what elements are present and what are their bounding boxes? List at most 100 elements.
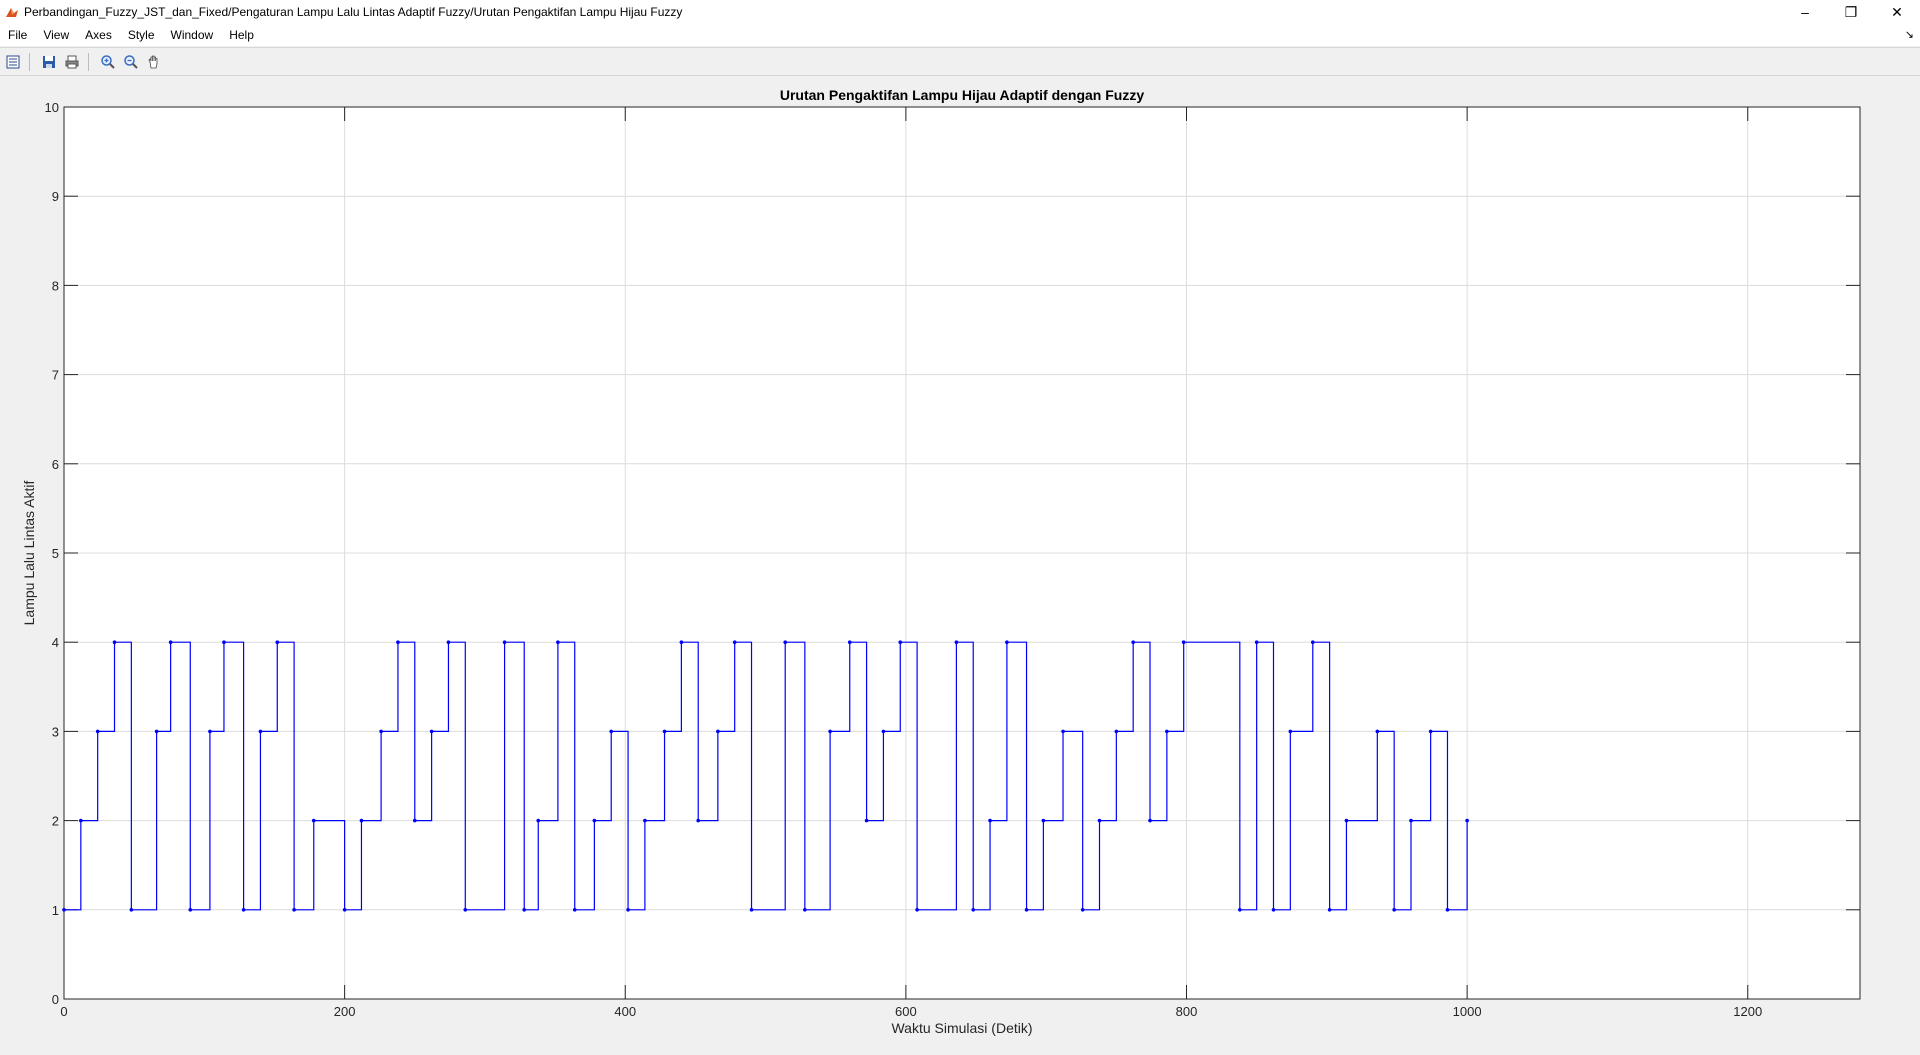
data-point [258, 729, 263, 734]
window-controls: – ❐ ✕ [1782, 0, 1920, 24]
chart-svg[interactable]: 0 200 400 600 800 1000 1200 0 1 2 3 4 5 6 7 8 9 10 Urutan… [0, 76, 1920, 1050]
x-tick-label: 400 [614, 1004, 636, 1019]
dock-arrow-icon[interactable]: ↘ [1905, 28, 1914, 41]
data-point [429, 729, 434, 734]
data-point [1392, 908, 1396, 912]
data-point [592, 818, 597, 823]
data-point [463, 908, 468, 912]
toolbar-separator [88, 52, 89, 71]
data-point [1428, 729, 1433, 734]
y-axis-label: Lampu Lalu Lintas Aktif [21, 481, 37, 626]
window-titlebar: Perbandingan_Fuzzy_JST_dan_Fixed/Pengatu… [0, 0, 1920, 24]
y-tick-label: 2 [52, 814, 59, 829]
data-point [275, 640, 280, 644]
menu-axes[interactable]: Axes [77, 24, 120, 46]
data-point [1041, 818, 1046, 823]
data-point [396, 640, 400, 644]
y-tick-label: 3 [52, 724, 59, 739]
pan-icon[interactable] [144, 52, 164, 72]
data-point [1288, 729, 1293, 734]
data-point [783, 640, 788, 644]
x-tick-label: 600 [895, 1004, 917, 1019]
data-point [359, 818, 364, 823]
x-axis-label: Waktu Simulasi (Detik) [891, 1020, 1032, 1036]
data-point [1097, 818, 1102, 823]
data-point [732, 640, 737, 644]
restore-button[interactable]: ❐ [1828, 0, 1874, 24]
window-title: Perbandingan_Fuzzy_JST_dan_Fixed/Pengatu… [24, 5, 683, 19]
data-point [988, 818, 992, 823]
data-point [112, 640, 117, 644]
x-tick-label: 200 [334, 1004, 356, 1019]
data-point [522, 908, 527, 912]
data-point [502, 640, 507, 644]
data-point [79, 818, 83, 823]
data-point [828, 729, 832, 734]
data-point [208, 729, 212, 734]
menu-window[interactable]: Window [163, 24, 222, 46]
data-point [971, 908, 976, 912]
y-tick-label: 8 [52, 278, 59, 293]
data-point [626, 908, 630, 912]
x-tick-label: 1200 [1733, 1004, 1762, 1019]
close-button[interactable]: ✕ [1874, 0, 1920, 24]
chart-title: Urutan Pengaktifan Lampu Hijau Adaptif d… [780, 87, 1144, 103]
data-point [662, 729, 667, 734]
figure-area: 0 200 400 600 800 1000 1200 0 1 2 3 4 5 6 7 8 9 10 Urutan… [0, 76, 1920, 1050]
data-point [643, 818, 647, 823]
menu-bar: File View Axes Style Window Help ↘ [0, 24, 1920, 46]
x-tick-label: 1000 [1453, 1004, 1482, 1019]
data-point [222, 640, 226, 644]
menu-view[interactable]: View [35, 24, 77, 46]
data-point [95, 729, 100, 734]
parameters-icon[interactable] [3, 52, 23, 72]
data-point [864, 818, 869, 823]
data-point [556, 640, 560, 644]
y-tick-label: 10 [45, 100, 59, 115]
menu-style[interactable]: Style [120, 24, 163, 46]
data-point [1024, 908, 1029, 912]
menu-file[interactable]: File [0, 24, 35, 46]
data-point [311, 818, 316, 823]
data-point [1238, 908, 1242, 912]
print-icon[interactable] [62, 52, 82, 72]
data-point [1375, 729, 1380, 734]
data-point [803, 908, 807, 912]
y-tick-label: 7 [52, 368, 59, 383]
toolbar [0, 47, 1920, 76]
data-point [847, 640, 852, 644]
data-point [1181, 640, 1186, 644]
y-tick-label: 0 [52, 992, 59, 1007]
data-point [954, 640, 959, 644]
data-point [188, 908, 193, 912]
save-icon[interactable] [39, 52, 59, 72]
data-point [1114, 729, 1119, 734]
data-point [1465, 818, 1469, 823]
y-tick-label: 4 [52, 635, 59, 650]
data-point [1061, 729, 1065, 734]
data-point [1131, 640, 1135, 644]
data-point [679, 640, 684, 644]
menu-help[interactable]: Help [221, 24, 262, 46]
data-point [1310, 640, 1315, 644]
x-tick-label: 0 [60, 1004, 67, 1019]
data-point [292, 908, 296, 912]
data-point [1445, 908, 1450, 912]
data-point [1409, 818, 1413, 823]
y-tick-label: 1 [52, 903, 59, 918]
data-point [446, 640, 451, 644]
data-point [154, 729, 159, 734]
data-point [898, 640, 903, 644]
zoom-in-icon[interactable] [98, 52, 118, 72]
data-point [716, 729, 720, 734]
toolbar-separator [29, 52, 30, 71]
minimize-button[interactable]: – [1782, 0, 1828, 24]
data-point [62, 908, 66, 912]
data-point [915, 908, 919, 912]
zoom-out-icon[interactable] [121, 52, 141, 72]
data-point [1005, 640, 1009, 644]
y-tick-label: 6 [52, 457, 59, 472]
data-point [342, 908, 347, 912]
data-point [696, 818, 701, 823]
data-point [379, 729, 383, 734]
